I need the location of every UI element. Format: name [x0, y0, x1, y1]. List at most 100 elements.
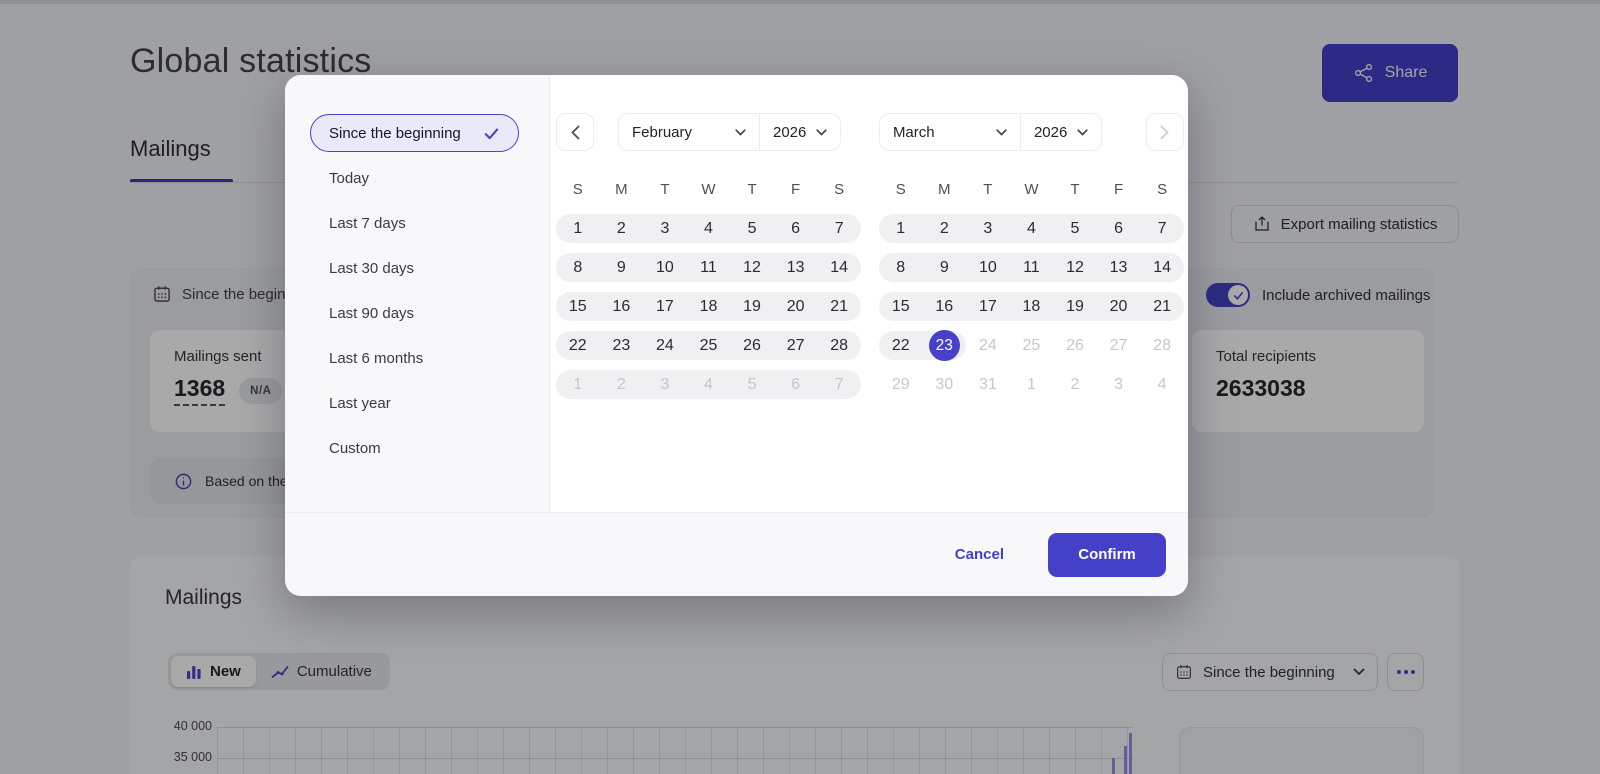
day-cell-7[interactable]: 7: [817, 214, 861, 243]
preset-last-6-months[interactable]: Last 6 months: [310, 339, 519, 377]
confirm-button[interactable]: Confirm: [1048, 532, 1166, 577]
day-cell-29[interactable]: 29: [879, 370, 923, 399]
day-cell-1[interactable]: 1: [556, 214, 600, 243]
month-select[interactable]: March: [880, 114, 1020, 150]
cancel-button[interactable]: Cancel: [941, 536, 1018, 573]
preset-last-7-days[interactable]: Last 7 days: [310, 204, 519, 242]
day-cell-9[interactable]: 9: [922, 253, 967, 282]
day-cell-21[interactable]: 21: [817, 292, 861, 321]
preset-label: Last year: [329, 394, 391, 412]
day-grid: 1 2 3 4 5 6 7 8 9 10 11 12 13 14 15 16 17 18 19 20 21 22 23 24 2…: [878, 214, 1184, 399]
day-cell-22[interactable]: 22: [556, 331, 600, 360]
day-cell-7[interactable]: 7: [817, 370, 861, 399]
day-cell-31[interactable]: 31: [966, 370, 1010, 399]
day-cell-2[interactable]: 2: [599, 370, 644, 399]
day-cell-24[interactable]: 24: [966, 331, 1010, 360]
weekday-label: T: [747, 181, 757, 198]
preset-since-the-beginning[interactable]: Since the beginning: [310, 114, 519, 152]
day-cell-19[interactable]: 19: [1053, 292, 1097, 321]
day-cell-20[interactable]: 20: [773, 292, 818, 321]
day-cell-12[interactable]: 12: [730, 253, 774, 282]
day-cell-16[interactable]: 16: [922, 292, 967, 321]
preset-last-year[interactable]: Last year: [310, 384, 519, 422]
year-select[interactable]: 2026: [1021, 114, 1101, 150]
day-cell-28[interactable]: 28: [817, 331, 861, 360]
day-cell-19[interactable]: 19: [730, 292, 774, 321]
preset-label: Last 30 days: [329, 259, 415, 277]
weekday-header: SMTWTFS: [556, 181, 861, 198]
day-cell-4[interactable]: 4: [1140, 370, 1184, 399]
weekday-label: T: [983, 181, 993, 198]
weekday-label: T: [1070, 181, 1080, 198]
next-month-button[interactable]: [1145, 113, 1184, 151]
day-cell-17[interactable]: 17: [966, 292, 1010, 321]
day-cell-5[interactable]: 5: [1053, 214, 1097, 243]
day-cell-3[interactable]: 3: [643, 214, 687, 243]
day-cell-23[interactable]: 23: [599, 331, 644, 360]
day-cell-6[interactable]: 6: [773, 214, 818, 243]
day-cell-1[interactable]: 1: [556, 370, 600, 399]
day-cell-12[interactable]: 12: [1053, 253, 1097, 282]
day-cell-13[interactable]: 13: [773, 253, 818, 282]
calendar-month-february: February 2026 S M T W T F S 1 2 3 4 5 6 7 8 9 10 11 12 13 14 15…: [556, 113, 861, 512]
day-cell-3[interactable]: 3: [1097, 370, 1141, 399]
day-cell-24[interactable]: 24: [643, 331, 687, 360]
calendar-nav: March 2026: [878, 113, 1184, 151]
day-cell-14[interactable]: 14: [1140, 253, 1184, 282]
day-cell-2[interactable]: 2: [599, 214, 644, 243]
day-cell-15[interactable]: 15: [878, 292, 923, 321]
day-cell-11[interactable]: 11: [686, 253, 731, 282]
day-cell-18[interactable]: 18: [686, 292, 731, 321]
day-cell-10[interactable]: 10: [643, 253, 687, 282]
day-cell-10[interactable]: 10: [966, 253, 1010, 282]
day-cell-5[interactable]: 5: [730, 214, 774, 243]
day-cell-25[interactable]: 25: [1010, 331, 1054, 360]
day-cell-2[interactable]: 2: [922, 214, 967, 243]
day-cell-27[interactable]: 27: [1097, 331, 1141, 360]
day-cell-3[interactable]: 3: [966, 214, 1010, 243]
day-cell-21[interactable]: 21: [1140, 292, 1184, 321]
day-cell-8[interactable]: 8: [878, 253, 923, 282]
day-cell-13[interactable]: 13: [1096, 253, 1141, 282]
day-cell-25[interactable]: 25: [686, 331, 731, 360]
day-cell-7[interactable]: 7: [1140, 214, 1184, 243]
day-cell-22[interactable]: 22: [878, 331, 923, 360]
day-cell-15[interactable]: 15: [556, 292, 600, 321]
day-cell-6[interactable]: 6: [1096, 214, 1141, 243]
day-cell-20[interactable]: 20: [1096, 292, 1141, 321]
preset-last-90-days[interactable]: Last 90 days: [310, 294, 519, 332]
day-cell-17[interactable]: 17: [643, 292, 687, 321]
check-icon: [483, 125, 500, 142]
preset-today[interactable]: Today: [310, 159, 519, 197]
preset-last-30-days[interactable]: Last 30 days: [310, 249, 519, 287]
day-cell-1[interactable]: 1: [878, 214, 923, 243]
preset-sidebar: Since the beginning Today Last 7 days Last …: [285, 75, 550, 512]
day-cell-11[interactable]: 11: [1009, 253, 1054, 282]
day-cell-14[interactable]: 14: [817, 253, 861, 282]
year-select[interactable]: 2026: [760, 114, 840, 150]
day-cell-3[interactable]: 3: [643, 370, 687, 399]
weekday-label: M: [938, 181, 951, 198]
day-cell-6[interactable]: 6: [773, 370, 818, 399]
day-cell-30[interactable]: 30: [923, 370, 967, 399]
day-cell-1[interactable]: 1: [1010, 370, 1054, 399]
day-cell-16[interactable]: 16: [599, 292, 644, 321]
preset-label: Custom: [329, 439, 381, 457]
month-select[interactable]: February: [619, 114, 759, 150]
day-cell-18[interactable]: 18: [1009, 292, 1054, 321]
day-cell-26[interactable]: 26: [730, 331, 774, 360]
day-cell-27[interactable]: 27: [773, 331, 818, 360]
day-cell-4[interactable]: 4: [686, 214, 731, 243]
preset-custom[interactable]: Custom: [310, 429, 519, 467]
prev-month-button[interactable]: [556, 113, 594, 151]
day-cell-28[interactable]: 28: [1140, 331, 1184, 360]
day-cell-4[interactable]: 4: [1009, 214, 1054, 243]
day-cell-8[interactable]: 8: [556, 253, 600, 282]
day-cell-9[interactable]: 9: [599, 253, 644, 282]
day-cell-23[interactable]: 23: [922, 330, 967, 361]
day-cell-2[interactable]: 2: [1053, 370, 1097, 399]
day-cell-4[interactable]: 4: [686, 370, 731, 399]
day-cell-26[interactable]: 26: [1053, 331, 1097, 360]
day-cell-5[interactable]: 5: [730, 370, 774, 399]
weekday-label: F: [791, 181, 801, 198]
